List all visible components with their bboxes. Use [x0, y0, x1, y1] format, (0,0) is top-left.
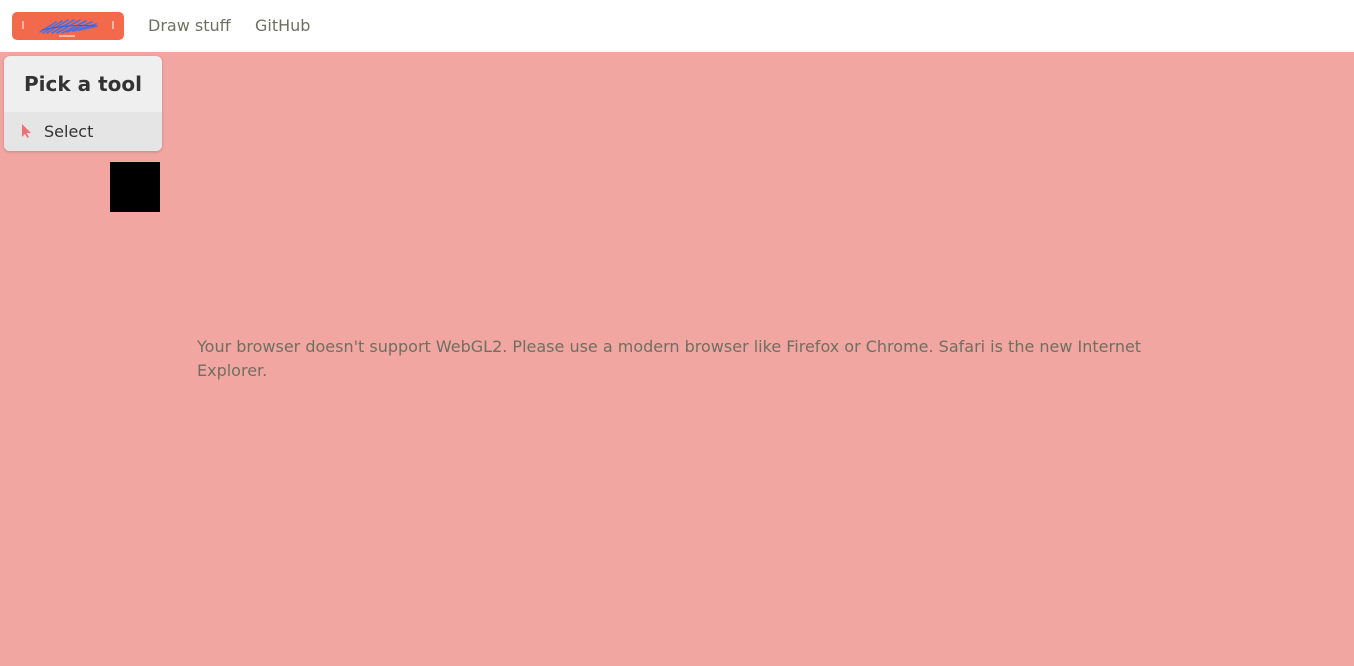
tool-panel: Pick a tool Select: [4, 56, 162, 151]
nav-link-draw-stuff[interactable]: Draw stuff: [148, 16, 231, 36]
canvas-black-square: [110, 162, 160, 212]
tool-item-label: Select: [44, 122, 94, 141]
scribble-logo-icon: [22, 19, 114, 37]
tool-panel-title: Pick a tool: [24, 72, 142, 96]
top-navbar: Draw stuff GitHub: [0, 0, 1354, 52]
tool-item-select[interactable]: Select: [4, 112, 162, 151]
cursor-icon: [22, 124, 31, 138]
logo[interactable]: [12, 12, 124, 40]
webgl-error-message: Your browser doesn't support WebGL2. Ple…: [197, 337, 1142, 380]
nav-link-github[interactable]: GitHub: [255, 16, 310, 36]
